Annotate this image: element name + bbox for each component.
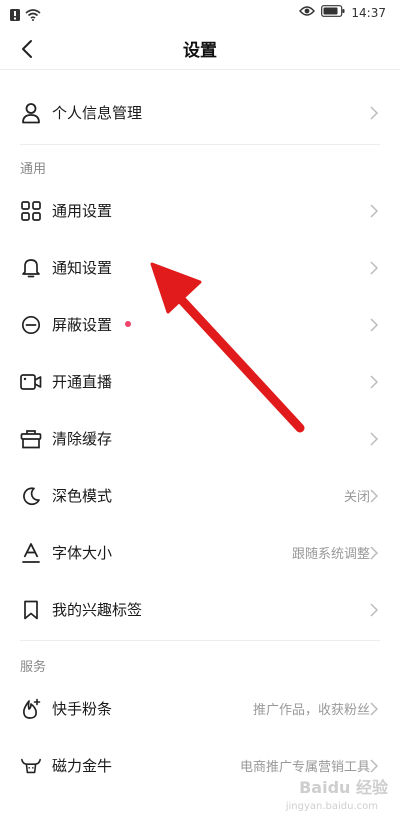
box-icon — [20, 428, 42, 450]
grid-icon — [20, 200, 42, 222]
open-live-label: 开通直播 — [52, 373, 113, 391]
chevron-right-icon — [370, 317, 380, 333]
kuaishou-fentiao-value: 推广作品，收获粉丝 — [252, 703, 370, 718]
interest-tags-label: 我的兴趣标签 — [52, 601, 143, 619]
clear-cache-label: 清除缓存 — [52, 430, 113, 448]
kuaishou-fentiao-label: 快手粉条 — [52, 700, 113, 718]
general-settings-row[interactable]: 通用设置 — [0, 182, 400, 239]
nav-bar: 设置 — [0, 26, 400, 70]
person-icon — [20, 102, 42, 124]
section-title-services: 服务 — [20, 660, 47, 675]
block-settings-row[interactable]: 屏蔽设置 — [0, 296, 400, 353]
status-time: 14:37 — [351, 5, 386, 20]
unread-dot — [125, 321, 131, 327]
baidu-watermark: Baidu 经验 — [299, 778, 388, 797]
chevron-right-icon — [370, 488, 380, 504]
font-size-label: 字体大小 — [52, 544, 113, 562]
notification-settings-row[interactable]: 通知设置 — [0, 239, 400, 296]
list-icon — [20, 808, 42, 816]
personal-info-label: 个人信息管理 — [52, 104, 143, 122]
dark-mode-row[interactable]: 深色模式 关闭 — [0, 467, 400, 524]
moon-icon — [20, 485, 42, 507]
video-camera-icon — [20, 371, 42, 393]
eye-icon — [299, 5, 316, 20]
chevron-right-icon — [370, 545, 380, 561]
open-live-row[interactable]: 开通直播 — [0, 353, 400, 410]
interest-tags-row[interactable]: 我的兴趣标签 — [0, 581, 400, 638]
alert-icon — [10, 6, 20, 25]
chevron-right-icon — [370, 602, 380, 618]
chevron-right-icon — [370, 374, 380, 390]
clear-cache-row[interactable]: 清除缓存 — [0, 410, 400, 467]
notification-settings-label: 通知设置 — [52, 259, 113, 277]
general-settings-label: 通用设置 — [52, 202, 113, 220]
block-icon — [20, 314, 42, 336]
divider — [20, 640, 380, 641]
flame-icon — [20, 698, 42, 720]
bell-icon — [20, 257, 42, 279]
font-size-value: 跟随系统调整 — [291, 547, 370, 562]
dark-mode-label: 深色模式 — [52, 487, 113, 505]
font-icon — [20, 542, 42, 564]
chevron-right-icon — [370, 203, 380, 219]
chevron-right-icon — [370, 701, 380, 717]
baidu-watermark-url: jingyan.baidu.com — [285, 801, 378, 812]
cili-jinniu-label: 磁力金牛 — [52, 757, 113, 775]
bull-icon — [20, 755, 42, 777]
dark-mode-value: 关闭 — [343, 490, 370, 505]
battery-icon — [321, 5, 345, 20]
chevron-right-icon — [370, 431, 380, 447]
chevron-right-icon — [370, 260, 380, 276]
block-settings-label: 屏蔽设置 — [52, 316, 113, 334]
font-size-row[interactable]: 字体大小 跟随系统调整 — [0, 524, 400, 581]
page-title: 设置 — [183, 41, 217, 61]
wifi-icon — [25, 6, 41, 25]
chevron-right-icon — [370, 105, 380, 121]
kuaishou-fentiao-row[interactable]: 快手粉条 推广作品，收获粉丝 — [0, 680, 400, 737]
cili-jinniu-value: 电商推广专属营销工具 — [239, 760, 370, 775]
chevron-right-icon — [370, 758, 380, 774]
personal-info-row[interactable]: 个人信息管理 — [0, 84, 400, 141]
divider — [20, 144, 380, 145]
status-bar: 14:37 — [0, 0, 400, 26]
section-title-general: 通用 — [20, 162, 47, 177]
bookmark-icon — [20, 599, 42, 621]
